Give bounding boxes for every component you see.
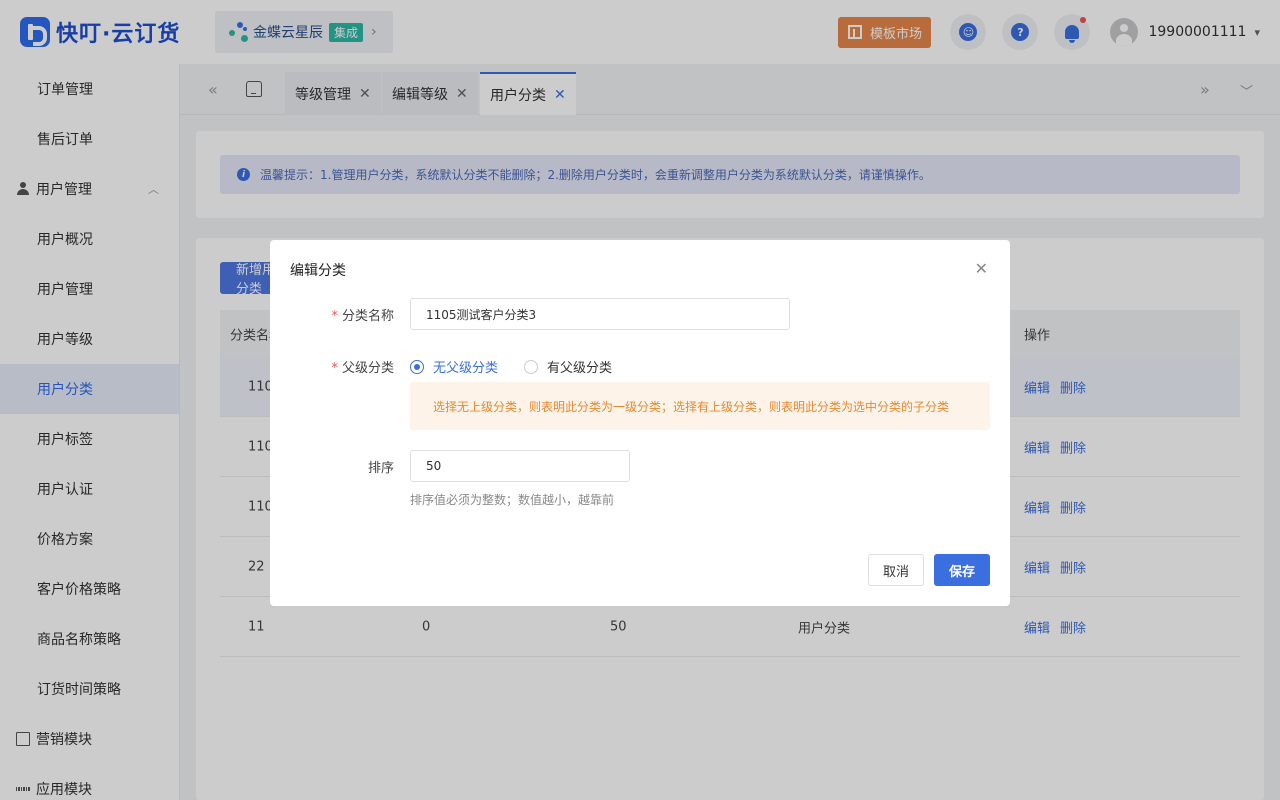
radio-unchecked-icon [524,359,538,374]
radio-no-parent-label: 无父级分类 [433,361,499,376]
dialog-title: 编辑分类 [290,263,346,279]
radio-has-parent-label: 有父级分类 [547,361,613,376]
parent-category-label: * 父级分类 [270,357,394,376]
save-label: 保存 [948,564,975,580]
edit-category-dialog: 编辑分类 ✕ * 分类名称 1105测试客户分类3 * 父级分类 无父级分类 有父级… [270,240,1010,606]
required-mark: * [331,361,338,376]
category-name-label-text: 分类名称 [341,309,394,324]
radio-has-parent[interactable]: 有父级分类 [524,357,612,376]
category-name-label: * 分类名称 [270,305,394,324]
radio-no-parent[interactable]: 无父级分类 [410,357,498,376]
cancel-button[interactable]: 取消 [868,554,924,586]
sort-hint: 排序值必须为整数；数值越小，越靠前 [410,493,615,507]
radio-checked-icon [410,359,424,374]
category-name-input[interactable]: 1105测试客户分类3 [410,298,790,330]
save-button[interactable]: 保存 [934,554,990,586]
sort-label: 排序 [270,457,394,476]
required-mark: * [331,309,338,324]
cancel-label: 取消 [882,564,909,580]
parent-tip-box: 选择无上级分类，则表明此分类为一级分类；选择有上级分类，则表明此分类为选中分类的… [410,382,990,430]
sort-input[interactable]: 50 [410,450,630,482]
sort-value: 50 [426,459,442,473]
category-name-value: 1105测试客户分类3 [426,307,537,322]
parent-tip-text: 选择无上级分类，则表明此分类为一级分类；选择有上级分类，则表明此分类为选中分类的… [433,399,950,414]
close-icon[interactable]: ✕ [975,259,988,278]
sort-label-text: 排序 [367,461,394,476]
parent-category-label-text: 父级分类 [341,361,394,376]
